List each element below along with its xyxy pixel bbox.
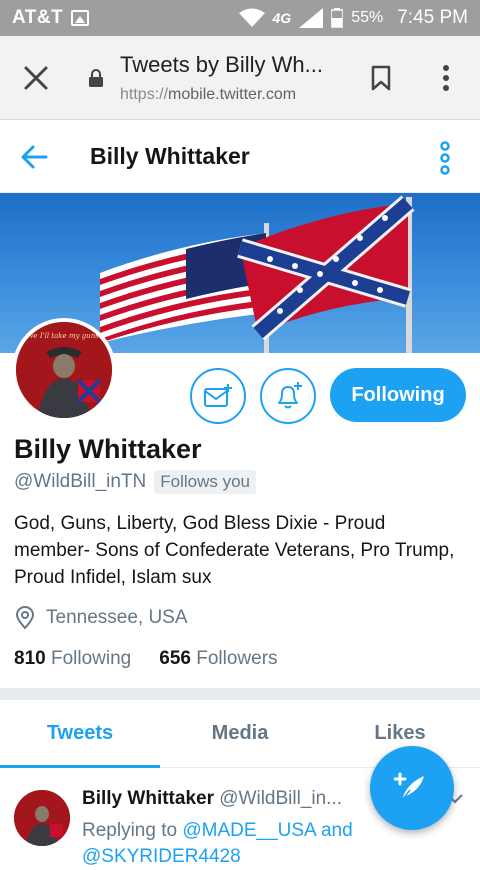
wifi-icon [238,8,265,27]
following-button[interactable]: Following [330,368,466,422]
battery-icon [331,8,344,28]
compose-tweet-icon [394,772,424,801]
following-count-link[interactable]: 810 Following [14,648,131,670]
follow-counts: 810 Following 656 Followers [14,648,278,670]
profile-name: Billy Whittaker [14,434,202,464]
tweet-avatar-image [14,790,70,846]
status-bar: AT&T 4G 55% 7:45 PM [0,0,480,36]
followers-label: Followers [196,648,278,669]
section-divider [0,688,480,700]
tweet-author-name: Billy Whittaker [82,788,214,809]
close-icon[interactable] [22,64,50,92]
more-vert-icon[interactable] [438,141,452,175]
location-row: Tennessee, USA [14,606,188,630]
notify-button[interactable] [260,368,316,424]
profile-location: Tennessee, USA [46,607,188,628]
follows-you-badge: Follows you [154,470,257,494]
following-label: Following [50,648,132,669]
handle-row: @WildBill_inTN Follows you [14,470,257,494]
reply-mention-2[interactable]: @SKYRIDER4428 [82,846,241,867]
tab-media[interactable]: Media [160,700,320,767]
status-right-group: 4G 55% 7:45 PM [238,7,468,29]
page-title[interactable]: Tweets by Billy Wh... [120,52,323,78]
browser-toolbar: Tweets by Billy Wh... https://mobile.twi… [0,36,480,120]
battle-flag [237,195,415,341]
profile-bio: God, Guns, Liberty, God Bless Dixie - Pr… [14,513,455,588]
reply-and: and [320,820,353,841]
profile-handle: @WildBill_inTN [14,471,147,492]
message-icon [204,384,232,407]
carrier-label: AT&T [12,7,64,28]
message-button[interactable] [190,368,246,424]
url-field[interactable]: https://mobile.twitter.com [120,86,296,104]
header-name: Billy Whittaker [90,143,250,169]
bell-add-icon [278,382,302,409]
tweet-author-handle: @WildBill_in... [219,788,343,809]
image-notification-icon [71,10,90,26]
bookmark-icon[interactable] [370,64,392,92]
tweet-author[interactable]: Billy Whittaker @WildBill_in... [82,788,342,810]
network-type-label: 4G [272,10,292,26]
followers-count-link[interactable]: 656 Followers [159,648,277,670]
clock: 7:45 PM [397,7,468,28]
avatar-caption: I believe I'll take my guns today [16,332,112,340]
tweet-avatar[interactable] [14,790,70,846]
url-scheme: https:// [120,86,169,103]
location-pin-icon [15,606,35,630]
signal-icon [299,8,324,28]
tab-tweets[interactable]: Tweets [0,700,160,768]
compose-tweet-button[interactable] [370,746,454,830]
profile-header-bar: Billy Whittaker [0,121,480,193]
arrow-left-icon[interactable] [20,143,48,171]
following-count: 810 [14,648,46,669]
followers-count: 656 [159,648,191,669]
url-host: mobile.twitter.com [168,86,297,103]
reply-mention-1[interactable]: @MADE__USA [182,820,315,841]
avatar-image: I believe I'll take my guns today [16,322,112,418]
lock-icon [89,69,103,87]
replying-prefix: Replying to [82,820,178,841]
more-vert-icon[interactable] [436,64,456,92]
profile-avatar[interactable]: I believe I'll take my guns today [12,318,116,422]
battery-percent: 55% [351,9,384,26]
